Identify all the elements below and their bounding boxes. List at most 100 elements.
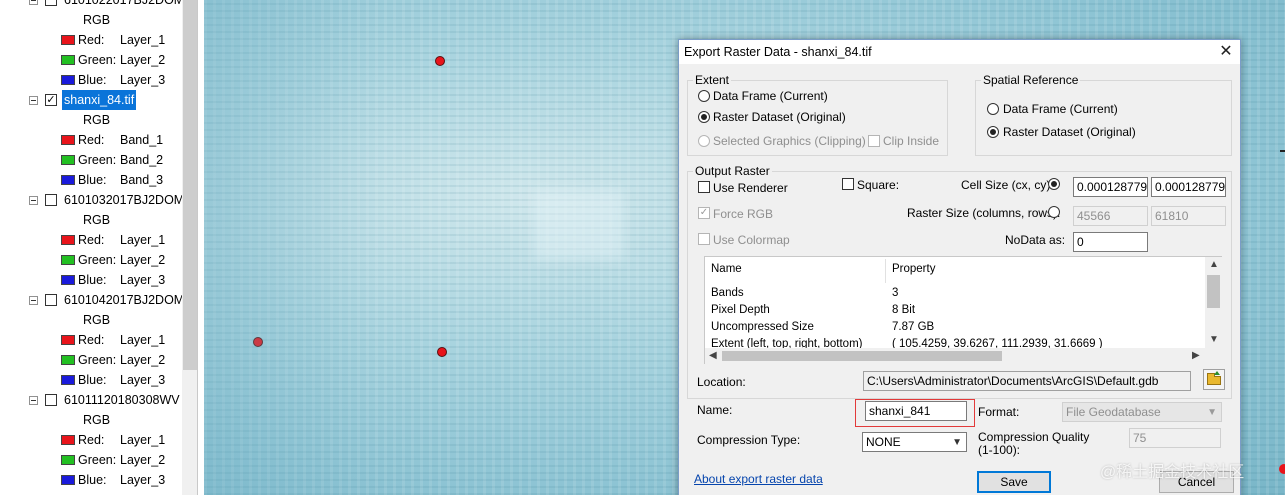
toc-scrollbar-thumb[interactable]: [183, 0, 197, 370]
properties-horizontal-scrollbar-thumb[interactable]: [722, 351, 1002, 361]
map-point-marker[interactable]: [437, 347, 447, 357]
force-rgb-checkbox[interactable]: ✓: [698, 207, 710, 219]
spatial-raster-dataset-label[interactable]: Raster Dataset (Original): [1003, 125, 1136, 139]
band-color-swatch[interactable]: [61, 435, 75, 445]
properties-header-name[interactable]: Name: [711, 263, 742, 275]
band-color-swatch[interactable]: [61, 75, 75, 85]
layer-visibility-checkbox[interactable]: [45, 0, 57, 6]
band-color-swatch[interactable]: [61, 335, 75, 345]
toc-band-row[interactable]: Green: Layer_2: [0, 50, 182, 70]
band-color-swatch[interactable]: [61, 35, 75, 45]
layer-visibility-checkbox[interactable]: ✓: [45, 94, 57, 106]
map-point-marker[interactable]: [435, 56, 445, 66]
cell-size-radio[interactable]: [1048, 178, 1060, 190]
toc-band-row[interactable]: Blue: Layer_3: [0, 70, 182, 90]
toc-band-row[interactable]: Blue: Layer_3: [0, 470, 182, 490]
layer-name[interactable]: shanxi_84.tif: [62, 90, 137, 110]
compression-type-select[interactable]: NONE ▼: [862, 432, 967, 452]
band-color-swatch[interactable]: [61, 275, 75, 285]
toc-layer-row[interactable]: 6101042017BJ2DOM: [0, 290, 184, 310]
format-select[interactable]: File Geodatabase ▼: [1062, 402, 1222, 422]
layer-visibility-checkbox[interactable]: [45, 394, 57, 406]
compression-quality-input[interactable]: 75: [1129, 428, 1221, 448]
raster-columns-input[interactable]: 45566: [1073, 206, 1148, 226]
band-color-swatch[interactable]: [61, 355, 75, 365]
properties-header-divider[interactable]: [885, 259, 886, 283]
toc-band-row[interactable]: Blue: Layer_3: [0, 370, 182, 390]
close-icon[interactable]: ✕: [1217, 44, 1235, 62]
dialog-titlebar[interactable]: Export Raster Data - shanxi_84.tif ✕: [679, 40, 1240, 64]
collapse-icon[interactable]: [29, 396, 38, 405]
use-renderer-checkbox[interactable]: [698, 181, 710, 193]
layer-name[interactable]: 6101042017BJ2DOM: [62, 290, 186, 310]
spatial-data-frame-label[interactable]: Data Frame (Current): [1003, 102, 1118, 116]
layer-visibility-checkbox[interactable]: [45, 294, 57, 306]
scroll-right-arrow-icon[interactable]: ▶: [1192, 351, 1200, 361]
raster-size-radio[interactable]: [1048, 206, 1060, 218]
collapse-icon[interactable]: [29, 296, 38, 305]
raster-rows-input[interactable]: 61810: [1151, 206, 1226, 226]
band-value-label: Layer_1: [120, 33, 166, 47]
extent-data-frame-label[interactable]: Data Frame (Current): [713, 89, 828, 103]
layer-name[interactable]: 6101022017BJ2DOM: [62, 0, 186, 10]
square-label[interactable]: Square:: [857, 178, 899, 192]
toc-layer-row[interactable]: ✓ shanxi_84.tif: [0, 90, 182, 110]
toc-band-row[interactable]: Green: Layer_2: [0, 350, 182, 370]
layer-visibility-checkbox[interactable]: [45, 194, 57, 206]
band-color-swatch[interactable]: [61, 455, 75, 465]
use-renderer-label[interactable]: Use Renderer: [713, 181, 788, 195]
extent-selected-graphics-radio[interactable]: [698, 135, 710, 147]
name-input[interactable]: shanxi_841: [865, 401, 967, 421]
cell-size-x-input[interactable]: 0.000128779357: [1073, 177, 1148, 197]
toc-band-row[interactable]: Red: Band_1: [0, 130, 182, 150]
spatial-raster-dataset-radio[interactable]: [987, 126, 999, 138]
layer-name[interactable]: 61011120180308WV: [62, 390, 182, 410]
toc-band-row[interactable]: Blue: Band_3: [0, 170, 182, 190]
toc-band-row[interactable]: Red: Layer_1: [0, 230, 182, 250]
scroll-up-arrow-icon[interactable]: ▲: [1209, 260, 1219, 270]
raster-properties-list[interactable]: Name Property Bands 3 Pixel Depth 8 Bit Unco…: [704, 256, 1222, 364]
properties-header-property[interactable]: Property: [892, 263, 935, 275]
toc-band-row[interactable]: Red: Layer_1: [0, 30, 182, 50]
band-color-swatch[interactable]: [61, 375, 75, 385]
band-color-swatch[interactable]: [61, 55, 75, 65]
toc-band-row[interactable]: Green: Layer_2: [0, 450, 182, 470]
scroll-down-arrow-icon[interactable]: ▼: [1209, 335, 1219, 345]
layer-name[interactable]: 6101032017BJ2DOM: [62, 190, 186, 210]
band-color-swatch[interactable]: [61, 255, 75, 265]
collapse-icon[interactable]: [29, 196, 38, 205]
band-color-swatch[interactable]: [61, 475, 75, 485]
use-colormap-checkbox[interactable]: [698, 233, 710, 245]
about-export-raster-link[interactable]: About export raster data: [694, 472, 823, 486]
collapse-icon[interactable]: [29, 0, 38, 5]
toc-band-row[interactable]: Red: Layer_1: [0, 430, 182, 450]
toc-band-row[interactable]: Green: Layer_2: [0, 250, 182, 270]
extent-raster-dataset-radio[interactable]: [698, 111, 710, 123]
toc-band-row[interactable]: Blue: Layer_3: [0, 270, 182, 290]
location-input[interactable]: C:\Users\Administrator\Documents\ArcGIS\…: [863, 371, 1191, 391]
scroll-left-arrow-icon[interactable]: ◀: [709, 351, 717, 361]
band-color-swatch[interactable]: [61, 135, 75, 145]
toc-band-row[interactable]: Red: Layer_1: [0, 330, 182, 350]
extent-raster-dataset-label[interactable]: Raster Dataset (Original): [713, 110, 846, 124]
properties-vertical-scrollbar-thumb[interactable]: [1207, 275, 1220, 308]
nodata-input[interactable]: 0: [1073, 232, 1148, 252]
band-value-label: Layer_2: [120, 253, 166, 267]
cell-size-y-input[interactable]: 0.000128779000: [1151, 177, 1226, 197]
browse-location-button[interactable]: [1203, 369, 1225, 390]
toc-layer-row[interactable]: 6101032017BJ2DOM: [0, 190, 184, 210]
clip-inside-checkbox[interactable]: [868, 135, 880, 147]
band-color-swatch[interactable]: [61, 155, 75, 165]
toc-layer-row[interactable]: 6101022017BJ2DOM: [0, 0, 184, 10]
map-point-marker[interactable]: [253, 337, 263, 347]
toc-band-row[interactable]: Green: Band_2: [0, 150, 182, 170]
map-point-marker[interactable]: [1279, 464, 1285, 474]
extent-data-frame-radio[interactable]: [698, 90, 710, 102]
toc-layer-row[interactable]: 61011120180308WV: [0, 390, 182, 410]
collapse-icon[interactable]: [29, 96, 38, 105]
square-checkbox[interactable]: [842, 178, 854, 190]
spatial-data-frame-radio[interactable]: [987, 103, 999, 115]
band-color-swatch[interactable]: [61, 175, 75, 185]
save-button[interactable]: Save: [977, 471, 1051, 493]
band-color-swatch[interactable]: [61, 235, 75, 245]
